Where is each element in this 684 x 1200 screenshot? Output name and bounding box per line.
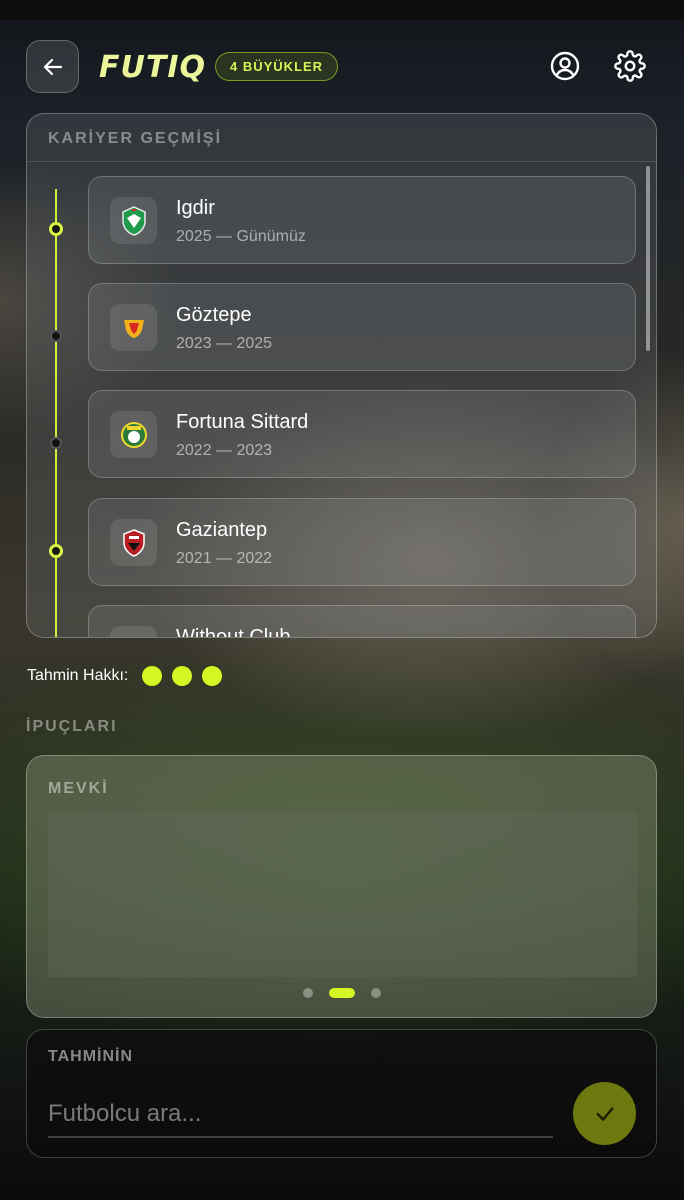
user-circle-icon bbox=[550, 51, 580, 81]
timeline-dot-active bbox=[49, 222, 63, 236]
settings-button[interactable] bbox=[612, 48, 648, 84]
club-name: Fortuna Sittard bbox=[176, 411, 309, 433]
goztepe-crest-icon bbox=[110, 304, 157, 351]
divider bbox=[27, 161, 656, 162]
club-card-fortuna-sittard[interactable]: Fortuna Sittard 2022 — 2023 bbox=[88, 390, 636, 478]
pager-dot-active[interactable] bbox=[328, 988, 355, 998]
guesses-remaining: Tahmin Hakkı: bbox=[27, 666, 232, 686]
club-years: 2022 — 2023 bbox=[176, 442, 273, 459]
club-card-without-club[interactable]: Without Club bbox=[88, 605, 636, 638]
timeline-dot bbox=[50, 330, 62, 342]
timeline-dot bbox=[50, 437, 62, 449]
app-logo: FUTIQ bbox=[99, 50, 206, 85]
no-club-icon bbox=[110, 626, 157, 637]
hint-label: MEVKİ bbox=[48, 780, 109, 797]
club-card-gaziantep[interactable]: Gaziantep 2021 — 2022 bbox=[88, 498, 636, 586]
club-card-igdir[interactable]: Igdir 2025 — Günümüz bbox=[88, 176, 636, 264]
club-name: Göztepe bbox=[176, 304, 252, 326]
scrollbar[interactable] bbox=[646, 166, 650, 351]
club-name: Without Club bbox=[176, 626, 291, 638]
career-history-title: KARİYER GEÇMİŞİ bbox=[48, 130, 223, 147]
guess-dot bbox=[202, 666, 223, 686]
gear-icon bbox=[614, 50, 646, 82]
guess-dot bbox=[172, 666, 193, 686]
header: FUTIQ 4 BÜYÜKLER bbox=[0, 20, 684, 112]
check-icon bbox=[595, 1106, 614, 1121]
hints-title: İPUÇLARI bbox=[26, 718, 118, 735]
player-search-input[interactable] bbox=[48, 1092, 553, 1138]
status-bar bbox=[0, 0, 684, 20]
profile-button[interactable] bbox=[547, 48, 583, 84]
back-button[interactable] bbox=[26, 40, 79, 93]
club-years: 2023 — 2025 bbox=[176, 335, 273, 352]
guess-title: TAHMİNİN bbox=[48, 1048, 134, 1065]
arrow-left-icon bbox=[43, 58, 62, 75]
gaziantep-crest-icon bbox=[110, 519, 157, 566]
hint-content bbox=[48, 811, 637, 977]
igdir-crest-icon bbox=[110, 197, 157, 244]
hint-pager bbox=[27, 988, 656, 998]
fortuna-sittard-crest-icon bbox=[110, 411, 157, 458]
club-years: 2021 — 2022 bbox=[176, 550, 273, 567]
pager-dot[interactable] bbox=[370, 988, 381, 998]
timeline-dot-active bbox=[49, 544, 63, 558]
club-name: Igdir bbox=[176, 197, 215, 219]
hint-card[interactable]: MEVKİ bbox=[26, 755, 657, 1018]
guesses-label: Tahmin Hakkı: bbox=[27, 667, 129, 684]
mode-badge: 4 BÜYÜKLER bbox=[215, 52, 339, 81]
club-name: Gaziantep bbox=[176, 519, 268, 541]
club-card-goztepe[interactable]: Göztepe 2023 — 2025 bbox=[88, 283, 636, 371]
timeline-line bbox=[55, 189, 57, 637]
guess-panel: TAHMİNİN bbox=[26, 1029, 657, 1158]
club-years: 2025 — Günümüz bbox=[176, 228, 306, 245]
career-history-panel: KARİYER GEÇMİŞİ Igdir 2025 — Günümüz Göz… bbox=[26, 113, 657, 638]
submit-guess-button[interactable] bbox=[573, 1082, 636, 1145]
pager-dot[interactable] bbox=[302, 988, 313, 998]
guess-dot bbox=[142, 666, 163, 686]
